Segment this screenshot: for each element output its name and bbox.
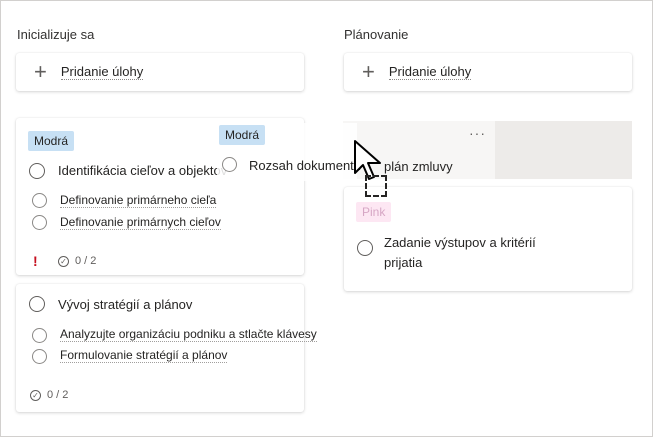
subtask-label: Definovanie primárnych cieľov: [60, 215, 221, 230]
subtask-label: Formulovanie stratégií a plánov: [60, 348, 228, 363]
subtask-label: Definovanie primárneho cieľa: [60, 193, 217, 208]
checklist-icon: ✓: [58, 255, 69, 267]
subtask-checkbox[interactable]: [32, 215, 47, 230]
progress-text: 0 / 2: [75, 255, 97, 267]
checklist-progress: ✓ 0 / 2: [58, 255, 96, 267]
drop-zone: [495, 121, 632, 179]
label-tag: Modrá: [28, 131, 75, 151]
column-title-initializing: Inicializuje sa: [17, 27, 95, 42]
task-card-deliverables[interactable]: Pink Zadanie výstupov a kritérií prijati…: [344, 187, 632, 291]
label-tag: Modrá: [219, 125, 266, 145]
complete-task-checkbox[interactable]: [222, 157, 237, 172]
checklist-progress: ✓ 0 / 2: [30, 389, 68, 401]
more-options-icon[interactable]: ···: [469, 125, 486, 141]
task-title: Vývoj stratégií a plánov: [58, 297, 193, 312]
drag-move-icon: [365, 175, 387, 197]
subtask-checkbox[interactable]: [32, 193, 47, 208]
partial-task-title: plán zmluvy: [384, 159, 453, 174]
plus-icon: +: [362, 59, 375, 84]
add-task-button[interactable]: + Pridanie úlohy: [16, 53, 304, 91]
add-task-label: Pridanie úlohy: [60, 63, 144, 81]
add-task-label: Pridanie úlohy: [388, 63, 472, 81]
complete-task-checkbox[interactable]: [29, 163, 45, 179]
label-tag: Pink: [356, 202, 392, 222]
task-card-strategies[interactable]: Vývoj stratégií a plánov Analyzujte orga…: [16, 284, 317, 412]
task-title-line2: prijatia: [384, 255, 423, 270]
checklist-icon: ✓: [30, 389, 41, 401]
subtask-checkbox[interactable]: [32, 328, 47, 343]
add-task-button-planning[interactable]: + Pridanie úlohy: [344, 53, 632, 91]
urgent-icon: !: [33, 253, 38, 269]
subtask-label: Analyzujte organizáciu podniku a stlačte…: [60, 327, 317, 342]
complete-task-checkbox[interactable]: [357, 240, 373, 256]
column-title-planning: Plánovanie: [344, 27, 409, 42]
plus-icon: +: [34, 59, 47, 84]
dragged-task-card[interactable]: Modrá Rozsah dokumentu: [217, 123, 361, 181]
subtask-checkbox[interactable]: [32, 349, 47, 364]
task-title: Identifikácia cieľov a objektov: [58, 163, 228, 178]
complete-task-checkbox[interactable]: [29, 296, 45, 312]
progress-text: 0 / 2: [47, 389, 69, 401]
task-title-line1: Zadanie výstupov a kritérií: [384, 235, 536, 250]
dragged-task-title: Rozsah dokumentu: [249, 158, 362, 173]
